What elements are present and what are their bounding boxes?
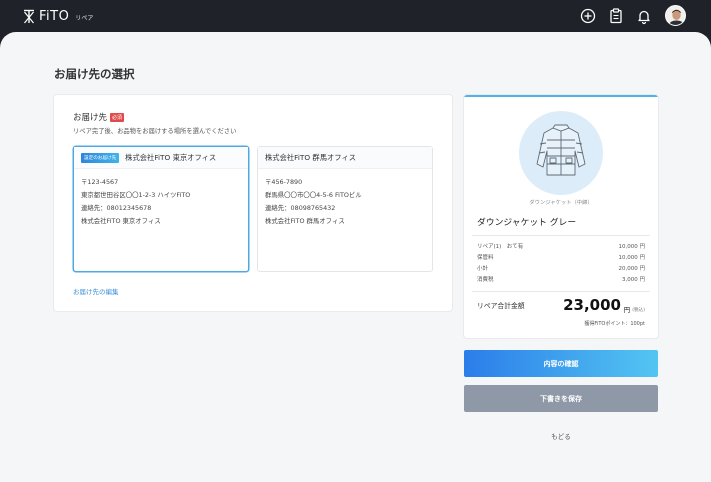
item-category-caption: ダウンジャケット（中綿） [529,200,593,206]
tax-included-note: (税込) [632,308,645,313]
down-jacket-icon [536,124,586,176]
fee-value: 20,000 円 [618,266,646,272]
logo-mark-icon [24,9,34,23]
destination-description: リペア完了後、お品物をお届けする場所を選んでください [73,128,237,135]
address-recipient: 株式会社FiTO 群馬オフィス [265,216,345,225]
address-name: 株式会社FiTO 東京オフィス [125,152,217,162]
bell-icon[interactable] [635,7,653,25]
address-option-gunma[interactable]: 株式会社FiTO 群馬オフィス 〒456-7890 群馬県〇〇市〇〇4-5-6 … [257,146,433,272]
logo-subtitle: リペア [75,14,94,22]
summary-divider [472,235,650,236]
address-body: 〒123-4567 東京都世田谷区〇〇1-2-3 ハイツFiTO 連絡先：080… [74,169,248,228]
required-badge: 必須 [110,112,125,122]
summary-accent-line [464,95,658,97]
fee-label: 小計 [477,266,489,272]
fee-row-tax: 消費税 3,000 円 [477,275,645,283]
fee-label: リペア(1) おて有 [477,244,524,250]
save-draft-button[interactable]: 下書きを保存 [464,385,658,412]
total-label: リペア合計金額 [477,302,525,310]
address-name: 株式会社FiTO 群馬オフィス [265,152,357,162]
fee-label: 保管料 [477,255,494,261]
address-option-tokyo[interactable]: 設定のお届け先 株式会社FiTO 東京オフィス 〒123-4567 東京都世田谷… [73,146,249,272]
logo-text: FiTO [39,8,70,24]
fee-row-subtotal: 小計 20,000 円 [477,264,645,272]
fee-value: 10,000 円 [618,255,646,261]
address-phone: 連絡先：08012345678 [81,203,152,212]
fee-row-storage: 保管料 10,000 円 [477,253,645,261]
order-summary-card: ダウンジャケット（中綿） ダウンジャケット グレー リペア(1) おて有 10,… [464,95,658,338]
address-postal: 〒123-4567 [81,178,119,186]
plus-circle-icon[interactable] [579,7,597,25]
logo[interactable]: FiTO リペア [23,8,93,24]
earned-points: 獲得FiTOポイント：100pt [584,321,645,327]
clipboard-icon[interactable] [607,7,625,25]
default-address-badge: 設定のお届け先 [81,152,120,163]
address-body: 〒456-7890 群馬県〇〇市〇〇4-5-6 FiTOビル 連絡先：08098… [258,169,432,228]
avatar-image [666,6,685,25]
fee-label: 消費税 [477,277,494,283]
item-image [519,111,603,195]
fee-value: 3,000 円 [622,277,645,283]
fee-value: 10,000 円 [618,244,646,250]
destination-title-label: お届け先 [73,113,108,123]
destination-title: お届け先 必須 [73,111,125,123]
user-avatar[interactable] [665,5,686,26]
page-title: お届け先の選択 [54,67,135,81]
top-bar: FiTO リペア [0,0,711,32]
address-street: 東京都世田谷区〇〇1-2-3 ハイツFiTO [81,190,191,199]
address-street: 群馬県〇〇市〇〇4-5-6 FiTOビル [265,190,362,199]
address-header: 設定のお届け先 株式会社FiTO 東京オフィス [74,147,248,169]
back-link[interactable]: もどる [464,431,658,441]
item-name: ダウンジャケット グレー [477,218,577,228]
total-divider [472,291,650,292]
main-content: お届け先の選択 お届け先 必須 リペア完了後、お品物をお届けする場所を選んでくだ… [0,32,711,482]
address-recipient: 株式会社FiTO 東京オフィス [81,216,161,225]
address-phone: 連絡先：08098765432 [265,203,336,212]
total-amount: 23,000 [563,296,621,314]
address-header: 株式会社FiTO 群馬オフィス [258,147,432,169]
edit-destination-link[interactable]: お届け先の編集 [73,286,119,296]
destination-card: お届け先 必須 リペア完了後、お品物をお届けする場所を選んでください 設定のお届… [54,95,452,311]
total-currency: 円 [623,307,630,314]
confirm-button[interactable]: 内容の確認 [464,350,658,377]
address-postal: 〒456-7890 [265,178,303,186]
fee-row-repair: リペア(1) おて有 10,000 円 [477,242,645,250]
